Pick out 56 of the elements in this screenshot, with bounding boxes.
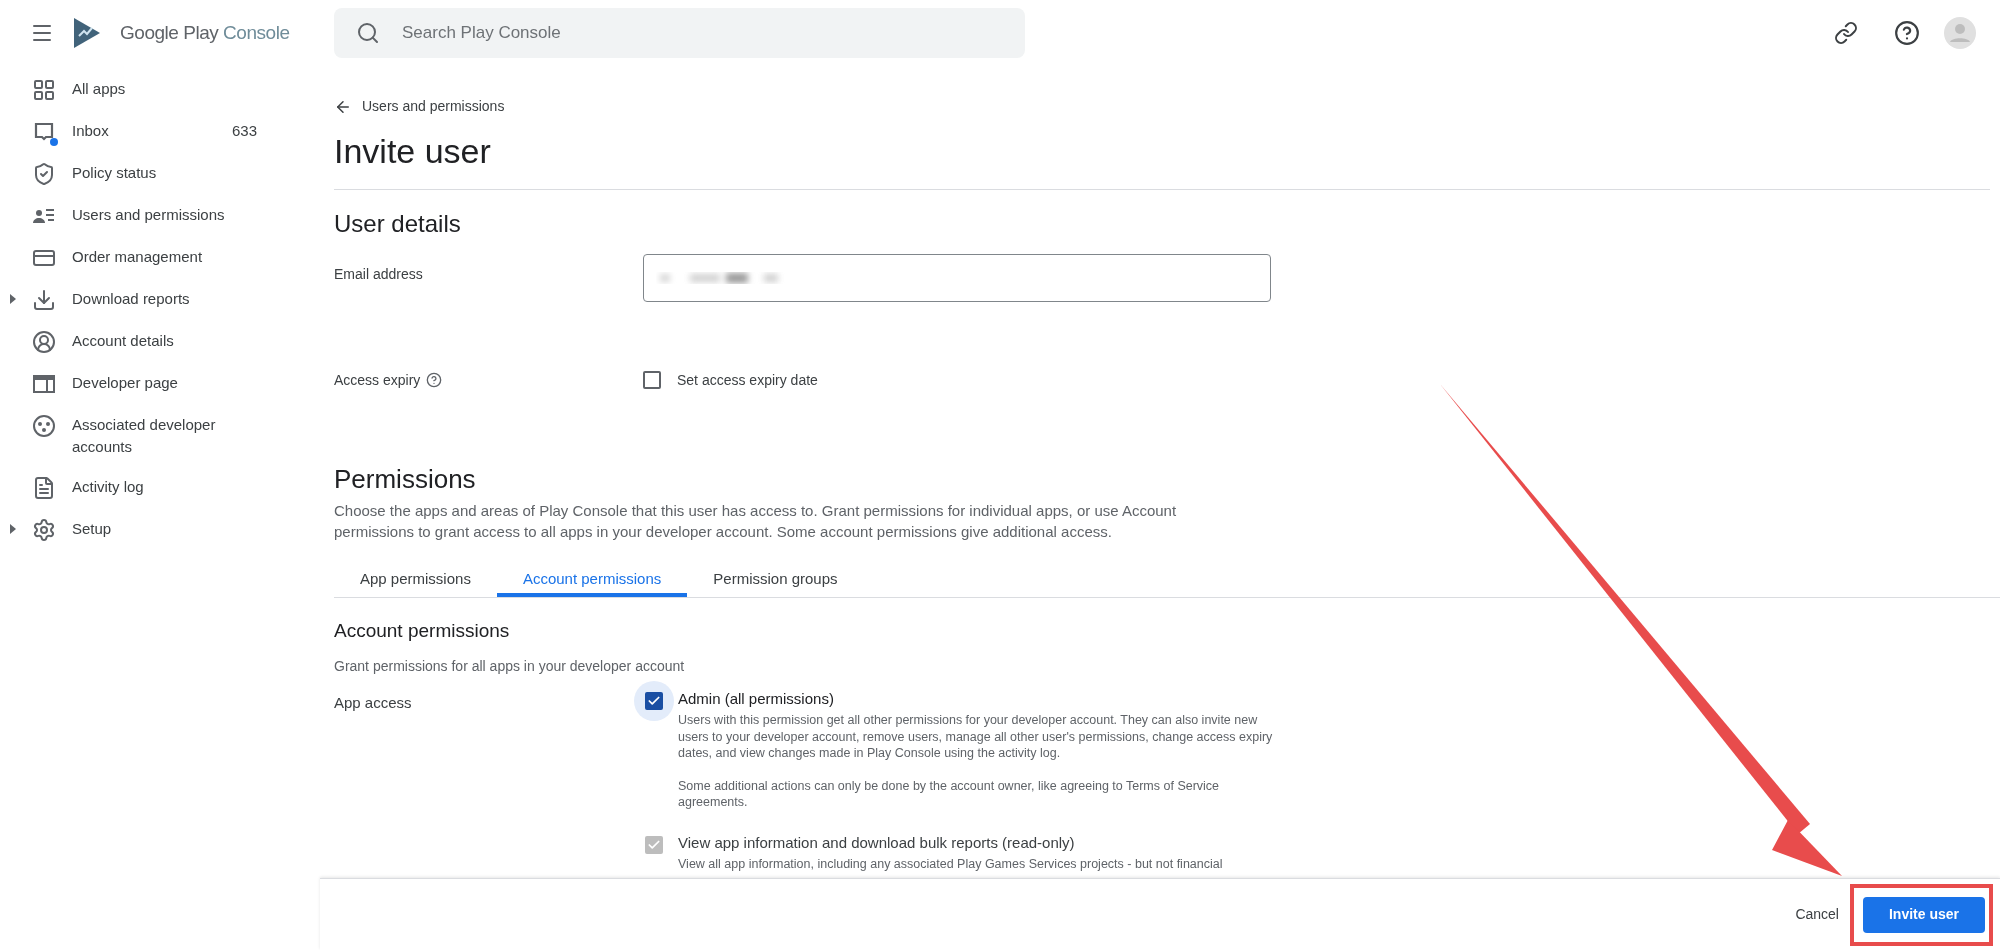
permission-label: View app information and download bulk reports (read-only): [678, 832, 1076, 853]
sidebar-item[interactable]: Setup: [0, 509, 312, 551]
settings-icon: [32, 518, 56, 542]
search-icon: [356, 21, 380, 45]
sidebar-item[interactable]: Associated developer accounts: [0, 405, 312, 467]
page-title: Invite user: [334, 131, 492, 172]
account-icon: [32, 330, 56, 354]
logo-text: Google Play Console: [120, 20, 290, 45]
permission-label: Admin (all permissions): [678, 689, 835, 709]
search-bar[interactable]: Search Play Console: [334, 8, 1025, 58]
tab[interactable]: Permission groups: [687, 559, 864, 597]
sidebar-item[interactable]: Activity log: [0, 467, 312, 509]
caret-icon: [10, 524, 16, 534]
sidebar-item[interactable]: All apps: [0, 69, 312, 111]
sidebar-item[interactable]: Developer page: [0, 363, 312, 405]
section-description: Choose the apps and areas of Play Console that this user has access to. Grant permissions for individual apps, or use Account permissions to grant access to all apps in your developer account. Some account permissions give additional access.: [334, 501, 1178, 542]
inbox-icon: [32, 120, 56, 144]
document-icon: [32, 476, 56, 500]
permission-description: View all app information, including any associated Play Games Services projects - but not financial: [678, 855, 1224, 872]
sidebar-item[interactable]: Inbox 633: [0, 111, 312, 153]
checkbox[interactable]: [645, 692, 663, 710]
subsection-heading: Account permissions: [334, 619, 511, 643]
group-label: App access: [334, 693, 413, 713]
invite-user-button[interactable]: Invite user: [1862, 896, 1985, 933]
permission-description: Some additional actions can only be done by the account owner, like agreeing to Terms of Service agreements.: [678, 777, 1221, 811]
search-field[interactable]: Search Play Console: [402, 20, 1003, 46]
caret-icon: [10, 294, 16, 304]
circle-dots-icon: [32, 414, 56, 438]
field-label: Access expiry: [334, 370, 421, 390]
tab[interactable]: Account permissions: [496, 559, 688, 597]
play-logo-icon: [72, 16, 102, 50]
subsection-description: Grant permissions for all apps in your developer account: [334, 657, 686, 676]
download-icon: [32, 288, 56, 312]
grid-icon: [32, 78, 56, 102]
web-page-icon: [32, 372, 56, 396]
permission-description: Users with this permission get all other permissions for your developer account. They can also invite new users to your developer account, remove users, manage all other user's permissions, change access expiry dates, and view changes made in Play Console using the activity log.: [678, 712, 1274, 762]
shield-icon: [32, 162, 56, 186]
help-icon[interactable]: [426, 372, 443, 388]
unread-count: 633: [232, 121, 258, 141]
tab[interactable]: App permissions: [334, 559, 497, 597]
cancel-button[interactable]: Cancel: [1787, 896, 1847, 933]
sidebar-item[interactable]: Download reports: [0, 279, 312, 321]
breadcrumb-link[interactable]: Users and permissions: [362, 96, 505, 117]
sidebar-item[interactable]: Users and permissions: [0, 195, 312, 237]
checkbox-label: Set access expiry date: [677, 370, 818, 390]
section-heading: Permissions: [334, 463, 477, 496]
sidebar-item[interactable]: Policy status: [0, 153, 312, 195]
section-heading: User details: [334, 209, 462, 239]
help-icon[interactable]: [1894, 20, 1920, 46]
check-icon: [647, 694, 661, 708]
field-label: Email address: [334, 265, 424, 284]
checkbox[interactable]: [643, 371, 661, 389]
email-field[interactable]: [643, 254, 1271, 302]
link-icon[interactable]: [1834, 21, 1858, 45]
sidebar-item[interactable]: Account details: [0, 321, 312, 363]
sidebar-item[interactable]: Order management: [0, 237, 312, 279]
